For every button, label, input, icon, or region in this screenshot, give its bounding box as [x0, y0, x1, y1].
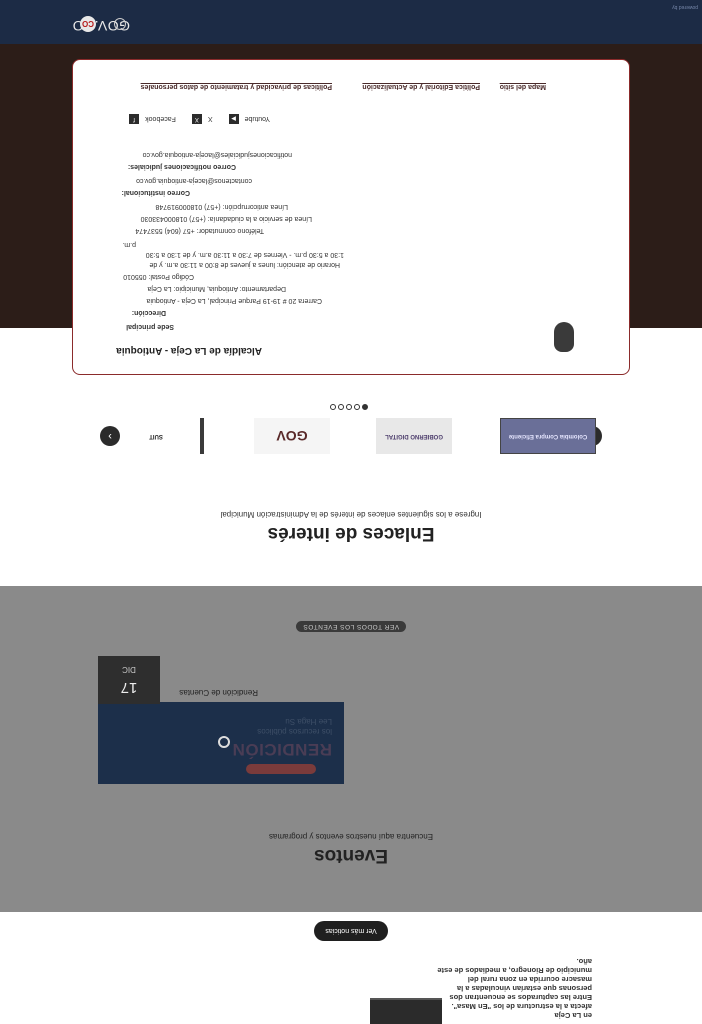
carousel-dot[interactable] [330, 404, 336, 410]
event-image-line: Lee Haga Su [285, 717, 332, 726]
footer-department: Departamento: Antioquia, Municipio: La C… [147, 285, 286, 292]
events-subtitle: Encuentra aquí nuestros eventos y progra… [268, 832, 434, 841]
news-prefix: en La Ceja [554, 1011, 592, 1020]
chevron-right-icon[interactable]: › [100, 426, 120, 446]
logo-gobierno-digital[interactable]: GOBIERNO DIGITAL [376, 418, 452, 454]
logo-suit[interactable]: SUIT [112, 418, 204, 454]
social-youtube[interactable]: ▶ Youtube [228, 114, 270, 124]
event-image-line: los recursos públicos [257, 727, 332, 736]
footer-hours: Horario de atención: lunes a jueves de 8… [149, 261, 340, 268]
more-news-button[interactable]: Ver más noticias [314, 921, 388, 941]
privacy-policy-link[interactable]: Políticas de privacidad y tratamiento de… [141, 83, 332, 90]
govco-shield-icon [114, 18, 126, 30]
carousel-dot[interactable] [362, 404, 368, 410]
event-date-badge: 17 DIC [98, 656, 160, 704]
youtube-icon[interactable]: ▶ [228, 114, 239, 124]
powered-by: powered by [672, 4, 698, 10]
carousel-dot[interactable] [354, 404, 360, 410]
social-label[interactable]: Facebook [145, 116, 176, 123]
footer-title: Alcaldía de La Ceja - Antioquia [116, 345, 262, 356]
footer-address: Carrera 20 # 19-19 Parque Principal, La … [146, 297, 323, 304]
event-date-day: 17 [120, 679, 138, 696]
editorial-policy-link[interactable]: Política Editorial y de Actualización [362, 83, 480, 90]
links-title: Enlaces de interés [267, 523, 435, 544]
facebook-icon[interactable]: f [129, 114, 140, 124]
links-subtitle: Ingrese a los siguientes enlaces de inte… [220, 510, 482, 519]
footer-phone: Teléfono conmutador: +57 (604) 5537474 [135, 227, 264, 234]
social-links: f Facebook X X ▶ Youtube [129, 114, 270, 124]
footer-anticorruption-line: Línea anticorrupción: (+57) 018000919748 [155, 203, 288, 210]
page: en La Ceja afecta a la estructura de los… [0, 0, 702, 1024]
footer-hours: p.m. [122, 241, 136, 248]
logo-gov[interactable]: GOV [254, 418, 330, 454]
co-badge-icon: CO [80, 16, 96, 32]
footer-notifications-email[interactable]: notificacionesjudiciales@laceja-antioqui… [143, 151, 292, 158]
footer-hours: 1:30 a 5:30 p.m. - Viernes de 7:30 a 11:… [145, 251, 344, 258]
all-events-button[interactable]: VER TODOS LOS EVENTOS [296, 621, 406, 632]
social-x[interactable]: X X [191, 114, 213, 124]
footer-address-label: Dirección: [131, 309, 166, 316]
event-image-title: RENDICIÓN [232, 740, 332, 759]
play-icon[interactable] [218, 736, 230, 748]
footer-sede: Sede principal [126, 323, 174, 330]
event-image-pill [246, 764, 316, 774]
social-label[interactable]: Youtube [245, 116, 270, 123]
sitemap-link[interactable]: Mapa del sitio [500, 83, 546, 90]
footer-service-line: Línea de servicio a la ciudadanía: (+57)… [140, 215, 312, 222]
logo-colombia-compra[interactable]: Colombia Compra Eficiente [500, 418, 596, 454]
news-body: afecta a la estructura de los "En Masa".… [437, 957, 592, 1011]
footer-email[interactable]: contactenos@laceja-antioquia.gov.co [136, 177, 252, 184]
carousel-dot[interactable] [338, 404, 344, 410]
social-label[interactable]: X [208, 116, 213, 123]
events-title: Eventos [314, 845, 388, 866]
footer-postal-code: Código Postal: 055010 [123, 273, 194, 280]
event-name[interactable]: Rendición de Cuentas [179, 688, 258, 697]
event-date-month: DIC [122, 665, 136, 674]
carousel-dot[interactable] [346, 404, 352, 410]
footer-email-label: Correo institucional: [121, 189, 190, 196]
footer-notifications-label: Correo notificaciones judiciales: [127, 163, 236, 170]
municipal-seal-icon [554, 322, 574, 352]
x-icon[interactable]: X [191, 114, 202, 124]
social-facebook[interactable]: f Facebook [129, 114, 176, 124]
carousel-dots [330, 404, 368, 410]
news-summary: en La Ceja afecta a la estructura de los… [432, 957, 592, 1020]
